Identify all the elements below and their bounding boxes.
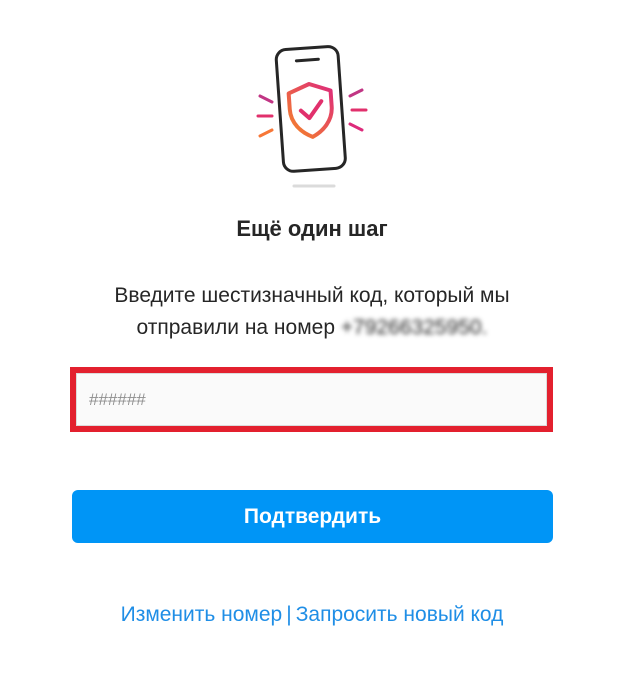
verification-page: Ещё один шаг Введите шестизначный код, к…: [0, 0, 624, 698]
page-title: Ещё один шаг: [236, 216, 388, 241]
change-number-link[interactable]: Изменить номер: [121, 603, 283, 626]
masked-phone-number: +79266325950.: [340, 316, 488, 339]
request-new-code-link[interactable]: Запросить новый код: [296, 603, 504, 626]
phone-shield-check-icon: [256, 45, 368, 188]
verification-code-input[interactable]: [76, 373, 547, 426]
instruction-text: Введите шестизначный код, который мы отп…: [62, 280, 562, 344]
confirm-button[interactable]: Подтвердить: [72, 490, 553, 543]
link-separator: |: [286, 603, 292, 626]
secondary-links: Изменить номер | Запросить новый код: [0, 603, 624, 627]
